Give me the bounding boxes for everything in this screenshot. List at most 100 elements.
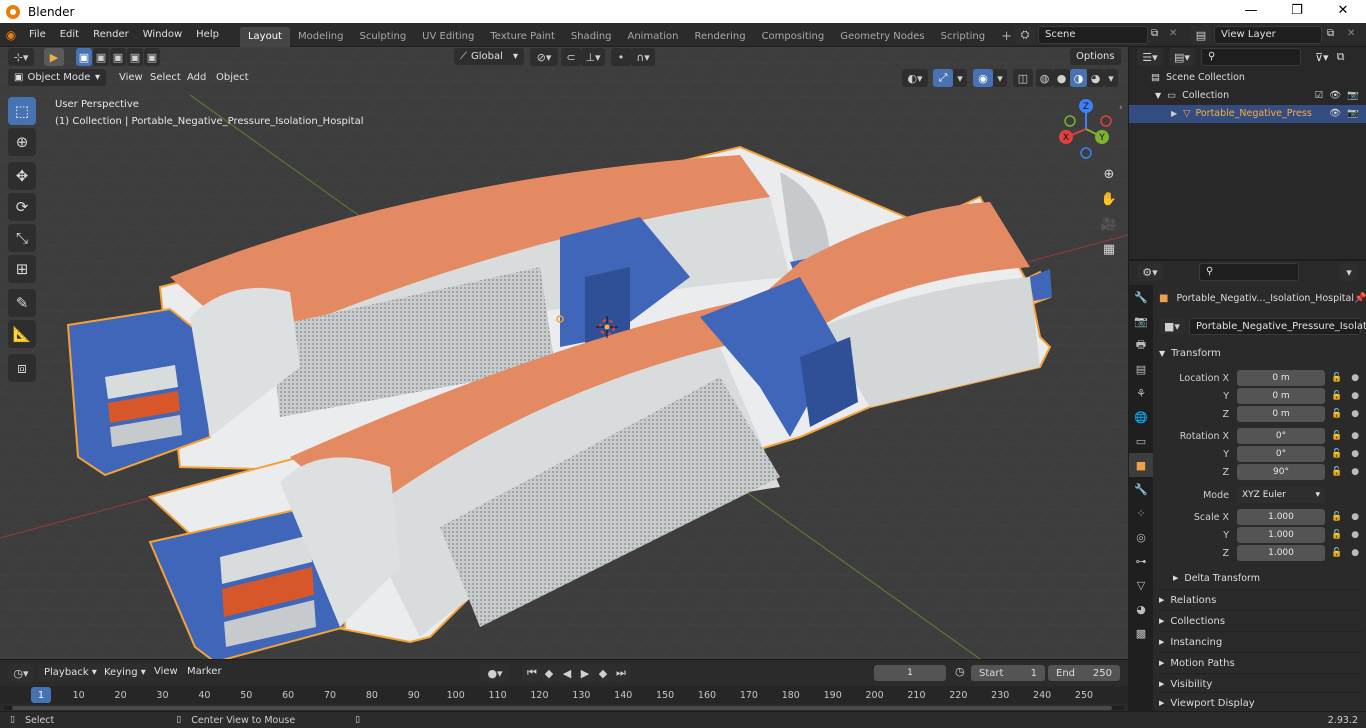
snap-toggle-icon[interactable]: ⊂ [561,48,581,66]
visibility-section[interactable]: ▶ Visibility [1159,673,1363,694]
falloff-icon[interactable]: ∩▾ [631,48,655,66]
mode-dropdown[interactable]: ▣ Object Mode ▾ [8,69,106,86]
object-tab-icon[interactable]: ■ [1129,453,1153,477]
lock-icon[interactable]: 🔓 [1331,449,1342,459]
play-icon[interactable]: ▶ [575,664,595,682]
constraints-tab-icon[interactable]: ⊶ [1129,549,1153,573]
outliner-row-collection[interactable]: ▼ ▭ Collection ☑ 👁 📷 [1129,87,1366,105]
lock-icon[interactable]: 🔓 [1331,409,1342,419]
camera-view-icon[interactable]: 🎥 [1098,213,1120,235]
options-button[interactable]: Options [1070,48,1121,65]
rotation-mode-dropdown[interactable]: XYZ Euler ▾ [1237,487,1325,503]
timeline-menu-marker[interactable]: Marker [180,661,229,683]
object-render-camera-icon[interactable]: 📷 [1347,105,1359,123]
blender-menu-icon[interactable]: ◉ [0,28,22,42]
outliner-row-object[interactable]: ▶ ▽ Portable_Negative_Press 👁 📷 [1129,105,1366,123]
collection-checkbox[interactable]: ☑ [1315,87,1324,105]
material-tab-icon[interactable]: ◕ [1129,597,1153,621]
keyframe-dot-icon[interactable]: ● [1351,449,1359,459]
ortho-grid-icon[interactable]: ▦ [1098,238,1120,260]
scene-name-field[interactable]: Scene [1038,26,1148,44]
jump-end-icon[interactable]: ⏭ [611,664,631,682]
particles-tab-icon[interactable]: ⁘ [1129,501,1153,525]
overlays-dropdown-icon[interactable]: ▾ [993,69,1007,87]
object-browse-icon[interactable]: ■▾ [1159,318,1185,334]
select-extend-icon[interactable]: ▣ [93,48,109,66]
overlays-toggle-icon[interactable]: ◉ [973,69,993,87]
measure-tool-icon[interactable]: 📐 [8,320,36,348]
rotate-tool-icon[interactable]: ⟳ [8,193,36,221]
location-z-field[interactable]: 0 m [1237,406,1325,422]
properties-editor-type-icon[interactable]: ⚙▾ [1137,263,1163,281]
select-intersect-icon[interactable]: ▣ [144,48,160,66]
gizmo-toggle-icon[interactable]: ⤢ [933,69,953,87]
display-mode-icon[interactable]: ▤▾ [1169,48,1195,66]
tab-layout[interactable]: Layout [239,26,290,47]
keyframe-dot-icon[interactable]: ● [1351,530,1359,540]
render-tab-icon[interactable]: 📷 [1129,309,1153,333]
select-box-tool-icon[interactable]: ⬚ [8,97,36,125]
select-invert-icon[interactable]: ▣ [127,48,143,66]
expand-arrow-icon[interactable]: ▶ [1171,105,1177,123]
viewport-menu-object[interactable]: Object [209,66,256,90]
playback-menu[interactable]: Playback ▾ [38,664,103,681]
keyframe-dot-icon[interactable]: ● [1351,391,1359,401]
texture-tab-icon[interactable]: ▩ [1129,621,1153,645]
delta-transform-subpanel[interactable]: ▶ Delta Transform [1173,568,1363,589]
add-cube-tool-icon[interactable]: ⧈ [8,354,36,382]
new-view-layer-icon[interactable]: ⧉ [1327,28,1334,39]
location-y-field[interactable]: 0 m [1237,388,1325,404]
maximize-button[interactable]: ❐ [1274,0,1320,23]
zoom-icon[interactable]: ⊕ [1098,163,1120,185]
motion-paths-section[interactable]: ▶ Motion Paths [1159,652,1363,673]
tool-tab-icon[interactable]: 🔧 [1129,285,1153,309]
tab-compositing[interactable]: Compositing [754,27,833,47]
visibility-filter-icon[interactable]: ◐▾ [902,69,928,87]
keyframe-dot-icon[interactable]: ● [1351,373,1359,383]
wireframe-shading-icon[interactable]: ◍ [1036,69,1053,87]
minimize-button[interactable]: — [1228,0,1274,23]
rotation-z-field[interactable]: 90° [1237,464,1325,480]
lock-icon[interactable]: 🔓 [1331,373,1342,383]
annotate-tool-icon[interactable]: ✎ [8,289,36,317]
snap-target-icon[interactable]: ⊥▾ [581,48,605,66]
lock-icon[interactable]: 🔓 [1331,530,1342,540]
tab-texture-paint[interactable]: Texture Paint [482,27,563,47]
new-collection-icon[interactable]: ⧉ [1337,50,1345,64]
timeline-scrollbar[interactable] [4,706,1124,710]
outliner-editor-type-icon[interactable]: ☰▾ [1137,48,1163,66]
collection-tab-icon[interactable]: ▭ [1129,429,1153,453]
keyframe-dot-icon[interactable]: ● [1351,512,1359,522]
select-subtract-icon[interactable]: ▣ [110,48,126,66]
tab-scripting[interactable]: Scripting [933,27,993,47]
tab-geometry-nodes[interactable]: Geometry Nodes [832,27,932,47]
tab-animation[interactable]: Animation [620,27,687,47]
auto-keying-icon[interactable]: ●▾ [480,664,510,682]
prev-keyframe-icon[interactable]: ◆ [539,664,559,682]
xray-toggle-icon[interactable]: ◫ [1013,69,1033,87]
tab-shading[interactable]: Shading [563,27,620,47]
lock-icon[interactable]: 🔓 [1331,467,1342,477]
menu-edit[interactable]: Edit [53,23,86,47]
rotation-y-field[interactable]: 0° [1237,446,1325,462]
scene-selector-icon[interactable]: ⛭ [1014,26,1036,44]
menu-render[interactable]: Render [86,23,136,47]
cursor-tool-icon[interactable]: ⊕ [8,128,36,156]
tab-sculpting[interactable]: Sculpting [351,27,414,47]
relations-section[interactable]: ▶ Relations [1159,589,1363,610]
shading-dropdown-icon[interactable]: ▾ [1104,69,1118,87]
delete-view-layer-icon[interactable]: ✕ [1347,28,1355,39]
collection-visibility-eye-icon[interactable]: 👁 [1329,87,1341,105]
proportional-edit-icon[interactable]: • [611,48,631,66]
output-tab-icon[interactable]: 🖶 [1129,333,1153,357]
scale-x-field[interactable]: 1.000 [1237,509,1325,525]
keyframe-dot-icon[interactable]: ● [1351,409,1359,419]
clock-icon[interactable]: ◷ [955,665,965,678]
menu-help[interactable]: Help [189,23,226,47]
play-reverse-icon[interactable]: ◀ [557,664,577,682]
expand-arrow-icon[interactable]: ▼ [1155,87,1161,105]
end-frame-field[interactable]: End 250 [1048,665,1120,681]
keying-menu[interactable]: Keying ▾ [98,664,152,681]
timeline-editor-type-icon[interactable]: ◷▾ [8,664,34,682]
3d-viewport[interactable]: ⊹▾ ▶ ▣ ▣ ▣ ▣ ▣ ⟋ Global ▾ ⊘▾ ⊂ ⊥▾ • ∩▾ O… [0,47,1128,659]
